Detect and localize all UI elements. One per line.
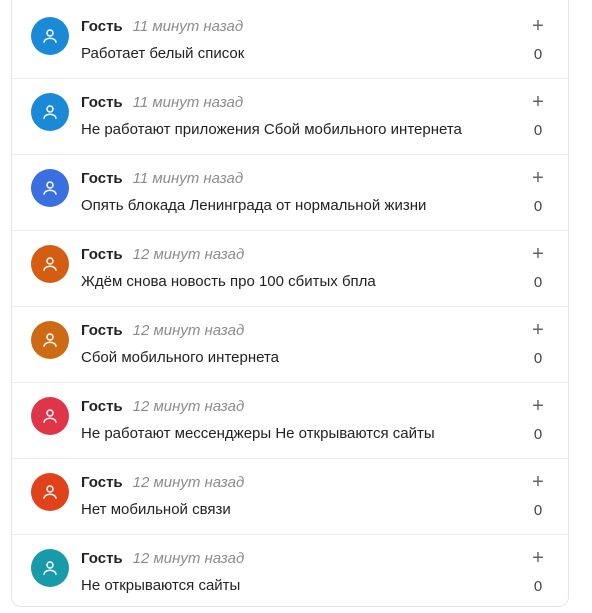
- avatar[interactable]: [31, 549, 69, 587]
- comment-text: Нет мобильной связи: [81, 501, 231, 518]
- comment-meta: Гость 11 минут назад: [81, 94, 243, 112]
- avatar[interactable]: [31, 245, 69, 283]
- comment-item: Гость 11 минут назад Работает белый списо…: [12, 0, 568, 79]
- comment-meta: Гость 11 минут назад: [81, 18, 243, 36]
- comment-text: Не работают мессенджеры Не открываются с…: [81, 425, 435, 442]
- vote-count: 0: [533, 46, 543, 63]
- vote-count: 0: [533, 426, 543, 443]
- comment-meta: Гость 12 минут назад: [81, 474, 244, 492]
- comment-author: Гость: [81, 322, 123, 339]
- comment-author: Гость: [81, 246, 123, 263]
- comment-time: 12 минут назад: [132, 398, 245, 415]
- comment-author: Гость: [81, 550, 123, 567]
- comment-meta: Гость 12 минут назад: [81, 322, 244, 340]
- comment-text: Работает белый список: [81, 45, 245, 62]
- avatar[interactable]: [31, 93, 69, 131]
- vote-up-button[interactable]: +: [530, 168, 546, 188]
- comment-author: Гость: [81, 474, 123, 491]
- vote-count: 0: [533, 274, 543, 291]
- user-icon: [43, 485, 57, 499]
- comment-item: Гость 11 минут назад Не работают приложен…: [12, 79, 568, 155]
- comment-author: Гость: [81, 18, 123, 35]
- comment-meta: Гость 11 минут назад: [81, 170, 243, 188]
- vote-count: 0: [533, 122, 543, 139]
- comment-time: 11 минут назад: [132, 170, 244, 187]
- comment-feed: Гость 11 минут назад Работает белый списо…: [11, 0, 569, 607]
- comment-meta: Гость 12 минут назад: [81, 246, 244, 264]
- comment-time: 12 минут назад: [132, 474, 245, 491]
- comment-meta: Гость 12 минут назад: [81, 398, 244, 416]
- comment-text: Сбой мобильного интернета: [81, 349, 280, 366]
- comment-text: Ждём снова новость про 100 сбитых бпла: [81, 273, 376, 290]
- comment-author: Гость: [81, 94, 123, 111]
- vote-count: 0: [533, 502, 543, 519]
- user-icon: [43, 333, 57, 347]
- avatar[interactable]: [31, 321, 69, 359]
- comment-author: Гость: [81, 170, 123, 187]
- avatar[interactable]: [31, 473, 69, 511]
- comment-time: 11 минут назад: [132, 18, 244, 35]
- comment-author: Гость: [81, 398, 123, 415]
- vote-up-button[interactable]: +: [530, 320, 546, 340]
- user-icon: [43, 105, 57, 119]
- comment-time: 11 минут назад: [132, 94, 244, 111]
- comment-text: Не открываются сайты: [81, 577, 241, 594]
- vote-up-button[interactable]: +: [530, 548, 546, 568]
- comment-item: Гость 12 минут назад Сбой мобильного инте…: [12, 307, 568, 383]
- vote-up-button[interactable]: +: [530, 16, 546, 36]
- comment-meta: Гость 12 минут назад: [81, 550, 244, 568]
- user-icon: [43, 29, 57, 43]
- user-icon: [43, 561, 57, 575]
- comment-time: 12 минут назад: [132, 246, 245, 263]
- avatar[interactable]: [31, 397, 69, 435]
- user-icon: [43, 181, 57, 195]
- comment-time: 12 минут назад: [132, 322, 245, 339]
- comment-item: Гость 12 минут назад Не открываются сайты…: [12, 535, 568, 611]
- avatar[interactable]: [31, 169, 69, 207]
- comment-time: 12 минут назад: [132, 550, 245, 567]
- vote-up-button[interactable]: +: [530, 244, 546, 264]
- comment-text: Опять блокада Ленинграда от нормальной ж…: [81, 197, 427, 214]
- vote-up-button[interactable]: +: [530, 92, 546, 112]
- vote-count: 0: [533, 350, 543, 367]
- comment-item: Гость 12 минут назад Ждём снова новость п…: [12, 231, 568, 307]
- vote-count: 0: [533, 198, 543, 215]
- user-icon: [43, 257, 57, 271]
- user-icon: [43, 409, 57, 423]
- comment-text: Не работают приложения Сбой мобильного и…: [81, 121, 462, 138]
- comment-item: Гость 11 минут назад Опять блокада Ленинг…: [12, 155, 568, 231]
- vote-up-button[interactable]: +: [530, 396, 546, 416]
- vote-up-button[interactable]: +: [530, 472, 546, 492]
- comment-item: Гость 12 минут назад Нет мобильной связи …: [12, 459, 568, 535]
- comment-item: Гость 12 минут назад Не работают мессендж…: [12, 383, 568, 459]
- vote-count: 0: [533, 578, 543, 595]
- avatar[interactable]: [31, 17, 69, 55]
